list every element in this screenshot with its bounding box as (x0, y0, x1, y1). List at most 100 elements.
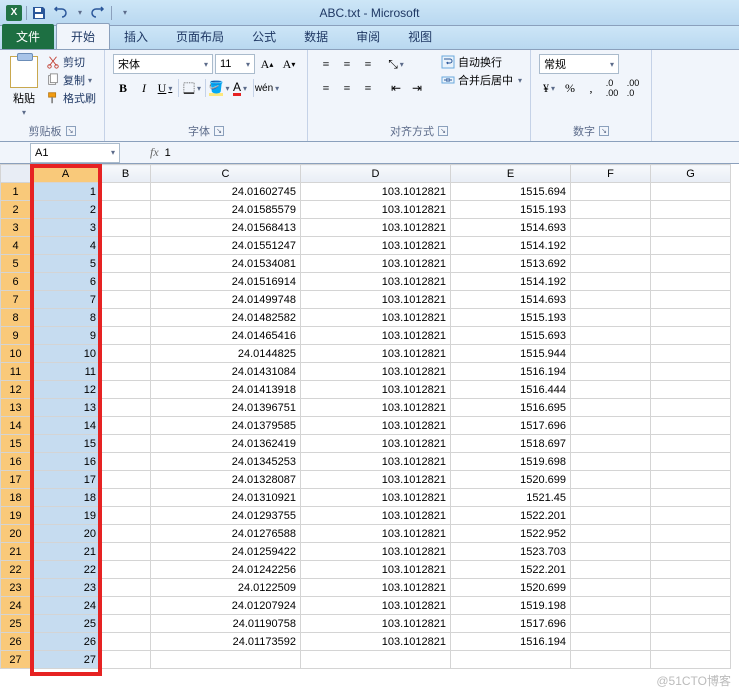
cell-G5[interactable] (651, 255, 731, 273)
cell-E5[interactable]: 1513.692 (451, 255, 571, 273)
cell-F20[interactable] (571, 525, 651, 543)
cell-B24[interactable] (101, 597, 151, 615)
format-painter-button[interactable]: 格式刷 (46, 90, 96, 106)
cell-F7[interactable] (571, 291, 651, 309)
align-bottom-button[interactable]: ≡ (358, 54, 378, 74)
cell-C2[interactable]: 24.01585579 (151, 201, 301, 219)
row-header-23[interactable]: 23 (1, 579, 31, 597)
clipboard-launcher[interactable]: ↘ (66, 126, 76, 136)
cell-F3[interactable] (571, 219, 651, 237)
cell-D15[interactable]: 103.1012821 (301, 435, 451, 453)
cell-E20[interactable]: 1522.952 (451, 525, 571, 543)
cell-E2[interactable]: 1515.193 (451, 201, 571, 219)
spreadsheet-grid[interactable]: ABCDEFG 1124.01602745103.10128211515.694… (0, 164, 731, 669)
cell-D6[interactable]: 103.1012821 (301, 273, 451, 291)
grow-font-button[interactable]: A▴ (257, 54, 277, 74)
row-header-7[interactable]: 7 (1, 291, 31, 309)
cell-B19[interactable] (101, 507, 151, 525)
cell-D24[interactable]: 103.1012821 (301, 597, 451, 615)
percent-button[interactable]: % (560, 78, 580, 98)
cell-G3[interactable] (651, 219, 731, 237)
cell-B25[interactable] (101, 615, 151, 633)
cell-E13[interactable]: 1516.695 (451, 399, 571, 417)
row-header-1[interactable]: 1 (1, 183, 31, 201)
row-header-3[interactable]: 3 (1, 219, 31, 237)
cell-A22[interactable]: 22 (31, 561, 101, 579)
cell-A12[interactable]: 12 (31, 381, 101, 399)
cell-C6[interactable]: 24.01516914 (151, 273, 301, 291)
cell-D5[interactable]: 103.1012821 (301, 255, 451, 273)
cell-F24[interactable] (571, 597, 651, 615)
increase-decimal-button[interactable]: .0.00 (602, 78, 622, 98)
cell-G8[interactable] (651, 309, 731, 327)
row-header-6[interactable]: 6 (1, 273, 31, 291)
underline-button[interactable]: U (155, 78, 175, 98)
cell-F6[interactable] (571, 273, 651, 291)
cell-A3[interactable]: 3 (31, 219, 101, 237)
cell-E23[interactable]: 1520.699 (451, 579, 571, 597)
cell-A5[interactable]: 5 (31, 255, 101, 273)
cell-D7[interactable]: 103.1012821 (301, 291, 451, 309)
cell-F25[interactable] (571, 615, 651, 633)
undo-button[interactable] (51, 5, 67, 21)
cell-C25[interactable]: 24.01190758 (151, 615, 301, 633)
cell-A14[interactable]: 14 (31, 417, 101, 435)
cell-A13[interactable]: 13 (31, 399, 101, 417)
row-header-11[interactable]: 11 (1, 363, 31, 381)
cell-A1[interactable]: 1 (31, 183, 101, 201)
cell-D1[interactable]: 103.1012821 (301, 183, 451, 201)
row-header-2[interactable]: 2 (1, 201, 31, 219)
cell-A11[interactable]: 11 (31, 363, 101, 381)
cell-E24[interactable]: 1519.198 (451, 597, 571, 615)
cell-E7[interactable]: 1514.693 (451, 291, 571, 309)
currency-button[interactable]: ¥ (539, 78, 559, 98)
align-top-button[interactable]: ≡ (316, 54, 336, 74)
comma-button[interactable]: , (581, 78, 601, 98)
number-format-combo[interactable]: 常规 (539, 54, 619, 74)
row-header-20[interactable]: 20 (1, 525, 31, 543)
cell-G10[interactable] (651, 345, 731, 363)
row-header-12[interactable]: 12 (1, 381, 31, 399)
cell-A18[interactable]: 18 (31, 489, 101, 507)
cell-G13[interactable] (651, 399, 731, 417)
indent-decrease-button[interactable]: ⇤ (386, 78, 406, 98)
cell-A2[interactable]: 2 (31, 201, 101, 219)
cell-A21[interactable]: 21 (31, 543, 101, 561)
cell-A7[interactable]: 7 (31, 291, 101, 309)
fill-color-button[interactable]: 🪣 (209, 78, 229, 98)
cell-E8[interactable]: 1515.193 (451, 309, 571, 327)
cell-A4[interactable]: 4 (31, 237, 101, 255)
cell-G21[interactable] (651, 543, 731, 561)
cell-E21[interactable]: 1523.703 (451, 543, 571, 561)
cell-F16[interactable] (571, 453, 651, 471)
cell-D8[interactable]: 103.1012821 (301, 309, 451, 327)
cell-E22[interactable]: 1522.201 (451, 561, 571, 579)
cell-F22[interactable] (571, 561, 651, 579)
cell-F21[interactable] (571, 543, 651, 561)
cell-E1[interactable]: 1515.694 (451, 183, 571, 201)
cell-G6[interactable] (651, 273, 731, 291)
cell-E6[interactable]: 1514.192 (451, 273, 571, 291)
phonetic-button[interactable]: wén (257, 78, 277, 98)
cell-G23[interactable] (651, 579, 731, 597)
indent-increase-button[interactable]: ⇥ (407, 78, 427, 98)
cell-F5[interactable] (571, 255, 651, 273)
tab-2[interactable]: 页面布局 (162, 24, 238, 49)
cell-F23[interactable] (571, 579, 651, 597)
save-button[interactable] (31, 5, 47, 21)
cell-C1[interactable]: 24.01602745 (151, 183, 301, 201)
row-header-21[interactable]: 21 (1, 543, 31, 561)
cell-B26[interactable] (101, 633, 151, 651)
cell-G7[interactable] (651, 291, 731, 309)
cell-C18[interactable]: 24.01310921 (151, 489, 301, 507)
cell-C13[interactable]: 24.01396751 (151, 399, 301, 417)
cell-G11[interactable] (651, 363, 731, 381)
row-header-5[interactable]: 5 (1, 255, 31, 273)
alignment-launcher[interactable]: ↘ (438, 126, 448, 136)
cell-E9[interactable]: 1515.693 (451, 327, 571, 345)
cell-F9[interactable] (571, 327, 651, 345)
fx-icon[interactable]: fx (150, 145, 159, 160)
tab-6[interactable]: 视图 (394, 24, 446, 49)
column-header-G[interactable]: G (651, 165, 731, 183)
align-right-button[interactable]: ≡ (358, 78, 378, 98)
